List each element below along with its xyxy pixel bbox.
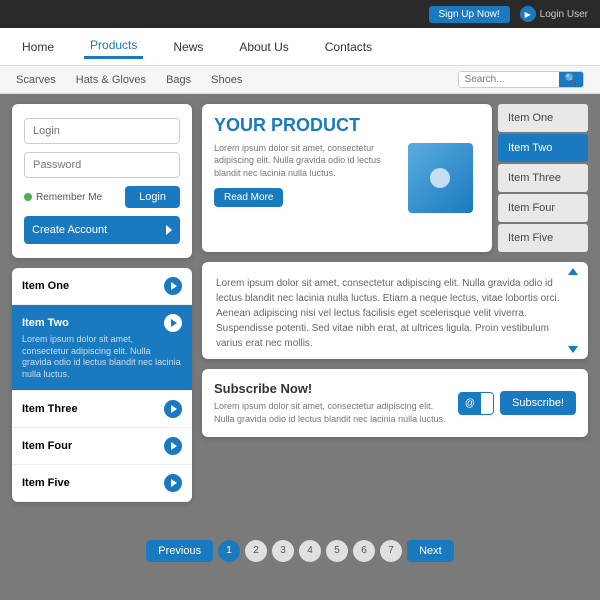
arrow-right-icon [166,225,172,235]
email-icon: @ [459,393,481,414]
main-content: Remember Me Login Create Account Item On… [0,94,600,532]
play-icon-5 [164,474,182,492]
subnav-bags[interactable]: Bags [166,74,191,86]
list-item-3[interactable]: Item Three [12,391,192,428]
top-bar: Sign Up Now! ▶ Login User [0,0,600,28]
right-item-2[interactable]: Item Two [498,134,588,162]
play-icon-4 [164,437,182,455]
subscribe-button[interactable]: Subscribe! [500,391,576,415]
user-icon: ▶ [520,6,536,22]
page-3[interactable]: 3 [272,540,294,562]
page-4[interactable]: 4 [299,540,321,562]
subscribe-panel: Subscribe Now! Lorem ipsum dolor sit ame… [202,369,588,437]
play-icon-3 [164,400,182,418]
pagination: Previous 1 2 3 4 5 6 7 Next [0,532,600,566]
triangle-icon-2 [171,319,177,327]
triangle-icon-1 [171,282,177,290]
product-desc: Lorem ipsum dolor sit amet, consectetur … [214,142,394,180]
right-item-1[interactable]: Item One [498,104,588,132]
product-text: YOUR PRODUCT Lorem ipsum dolor sit amet,… [214,116,394,240]
subscribe-desc: Lorem ipsum dolor sit amet, consectetur … [214,400,448,425]
nav-bar: Home Products News About Us Contacts [0,28,600,66]
password-input[interactable] [24,152,180,178]
subnav-scarves[interactable]: Scarves [16,74,56,86]
left-list: Item One Item Two Lorem ipsum dolor sit … [12,268,192,502]
sub-nav: Scarves Hats & Gloves Bags Shoes 🔍 [0,66,600,94]
page-5[interactable]: 5 [326,540,348,562]
list-item-1[interactable]: Item One [12,268,192,305]
subnav-shoes[interactable]: Shoes [211,74,242,86]
create-account-button[interactable]: Create Account [24,216,180,244]
subscribe-title: Subscribe Now! [214,381,448,396]
nav-about[interactable]: About Us [233,36,294,58]
triangle-icon-3 [171,405,177,413]
product-image [400,116,480,240]
nav-products[interactable]: Products [84,34,143,59]
right-item-3[interactable]: Item Three [498,164,588,192]
list-item-5[interactable]: Item Five [12,465,192,502]
play-icon-1 [164,277,182,295]
list-item-4[interactable]: Item Four [12,428,192,465]
login-input[interactable] [24,118,180,144]
page-2[interactable]: 2 [245,540,267,562]
subscribe-text: Subscribe Now! Lorem ipsum dolor sit ame… [214,381,448,425]
login-user-label: Login User [540,9,588,20]
email-input[interactable] [481,394,493,413]
triangle-icon-4 [171,442,177,450]
green-dot-icon [24,193,32,201]
page-1[interactable]: 1 [218,540,240,562]
product-area: YOUR PRODUCT Lorem ipsum dolor sit amet,… [202,104,588,252]
read-more-button[interactable]: Read More [214,188,283,207]
search-button[interactable]: 🔍 [559,72,583,87]
product-box-icon [408,143,473,213]
product-title: YOUR PRODUCT [214,116,394,136]
page-7[interactable]: 7 [380,540,402,562]
scroll-up-icon[interactable] [568,268,578,275]
nav-news[interactable]: News [167,36,209,58]
triangle-icon-5 [171,479,177,487]
left-column: Remember Me Login Create Account Item On… [12,104,192,502]
login-form: Remember Me Login Create Account [12,104,192,258]
right-item-4[interactable]: Item Four [498,194,588,222]
product-panel: YOUR PRODUCT Lorem ipsum dolor sit amet,… [202,104,492,252]
page-6[interactable]: 6 [353,540,375,562]
nav-home[interactable]: Home [16,36,60,58]
play-icon-2 [164,314,182,332]
prev-button[interactable]: Previous [146,540,213,562]
signup-button[interactable]: Sign Up Now! [429,6,510,23]
nav-contacts[interactable]: Contacts [319,36,378,58]
next-button[interactable]: Next [407,540,454,562]
scroll-down-icon[interactable] [568,346,578,353]
search-bar: 🔍 [458,71,584,88]
remember-row: Remember Me Login [24,186,180,208]
right-item-5[interactable]: Item Five [498,224,588,252]
login-button[interactable]: Login [125,186,180,208]
email-input-wrap: @ [458,392,494,415]
list-item-2[interactable]: Item Two Lorem ipsum dolor sit amet, con… [12,305,192,391]
right-column: YOUR PRODUCT Lorem ipsum dolor sit amet,… [202,104,588,502]
search-input[interactable] [459,72,559,87]
text-content: Lorem ipsum dolor sit amet, consectetur … [216,276,574,351]
text-panel: Lorem ipsum dolor sit amet, consectetur … [202,262,588,359]
subscribe-input-row: @ Subscribe! [458,391,576,415]
login-user-area: ▶ Login User [520,6,588,22]
subnav-hats[interactable]: Hats & Gloves [76,74,146,86]
item-list-right: Item One Item Two Item Three Item Four I… [498,104,588,252]
remember-label[interactable]: Remember Me [24,192,102,203]
